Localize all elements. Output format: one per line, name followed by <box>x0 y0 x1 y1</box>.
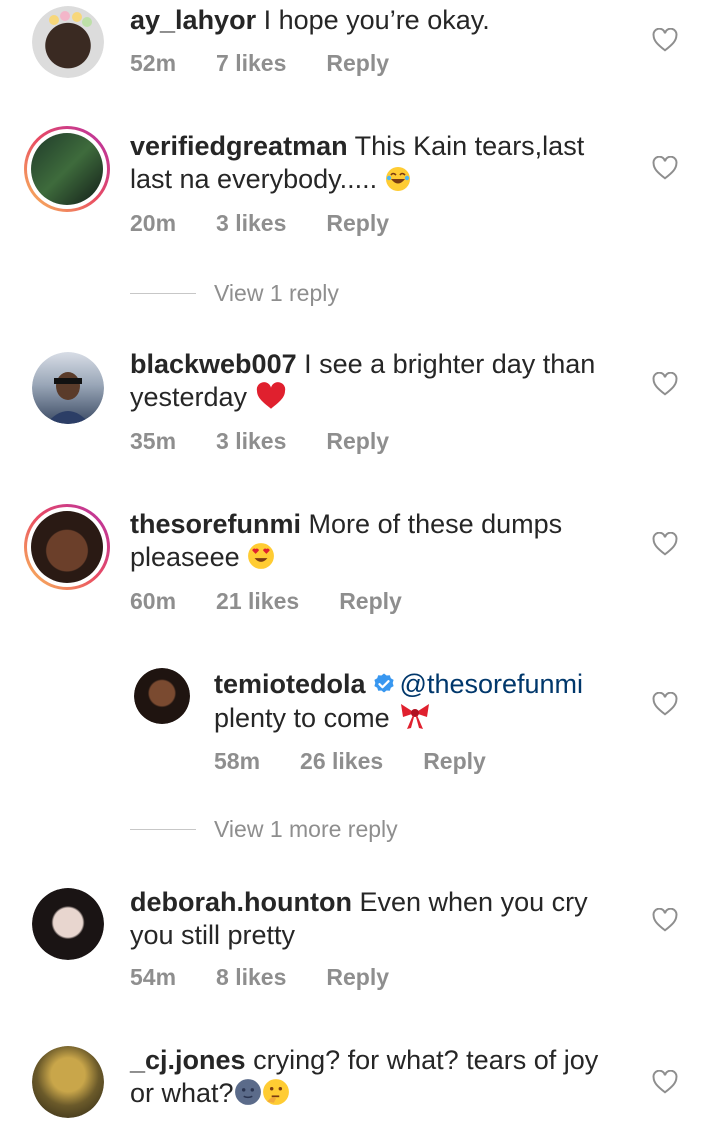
comment-time: 52m <box>130 50 177 76</box>
avatar[interactable] <box>32 352 104 424</box>
comment-username[interactable]: deborah.hounton <box>130 887 352 917</box>
comment-body: blackweb007 I see a brighter day than ye… <box>130 348 620 418</box>
reply-button[interactable]: Reply <box>423 748 486 775</box>
comment-body: verifiedgreatman This Kain tears,last la… <box>130 130 620 200</box>
comment-username[interactable]: verifiedgreatman <box>130 131 348 161</box>
avatar[interactable] <box>134 668 190 724</box>
laughing-emoji-icon <box>385 166 411 200</box>
comment-meta: 52m 7 likes Reply <box>130 50 389 77</box>
view-replies-label[interactable]: View 1 more reply <box>214 816 398 843</box>
heart-outline-icon[interactable] <box>652 532 678 556</box>
reply-button[interactable]: Reply <box>326 50 389 77</box>
comment-username[interactable]: _cj.jones <box>130 1045 246 1075</box>
comment-time: 20m <box>130 210 177 236</box>
comment-body: temiotedola @thesorefunmi plenty to come <box>214 668 634 739</box>
comment-body: _cj.jones crying? for what? tears of joy… <box>130 1044 620 1114</box>
comment-likes[interactable]: 7 likes <box>216 50 286 77</box>
comment-meta: 20m 3 likes Reply <box>130 210 389 237</box>
view-replies-label[interactable]: View 1 reply <box>214 280 339 307</box>
comment-meta: 35m 3 likes Reply <box>130 428 389 455</box>
avatar[interactable] <box>32 1046 104 1118</box>
comment-meta: 58m 26 likes Reply <box>214 748 486 775</box>
view-replies-button[interactable]: View 1 reply <box>130 280 339 307</box>
comment-time: 58m <box>214 748 261 774</box>
comment-username[interactable]: ay_lahyor <box>130 5 256 35</box>
heart-outline-icon[interactable] <box>652 156 678 180</box>
comment-meta: 54m 8 likes Reply <box>130 964 389 991</box>
heart-outline-icon[interactable] <box>652 908 678 932</box>
heart-outline-icon[interactable] <box>652 692 678 716</box>
comment-time: 35m <box>130 428 177 454</box>
comment-username[interactable]: thesorefunmi <box>130 509 301 539</box>
ribbon-emoji-icon <box>397 701 433 739</box>
comment-likes[interactable]: 3 likes <box>216 428 286 455</box>
heart-eyes-emoji-icon <box>247 542 275 578</box>
heart-outline-icon[interactable] <box>652 28 678 52</box>
reply-button[interactable]: Reply <box>339 588 402 615</box>
comment-time: 54m <box>130 964 177 990</box>
comment-body: ay_lahyor I hope you’re okay. <box>130 4 630 37</box>
heart-outline-icon[interactable] <box>652 372 678 396</box>
comment-time: 60m <box>130 588 177 614</box>
reply-button[interactable]: Reply <box>326 964 389 991</box>
comment-likes[interactable]: 21 likes <box>216 588 299 615</box>
comment-likes[interactable]: 3 likes <box>216 210 286 237</box>
comment-username[interactable]: blackweb007 <box>130 349 297 379</box>
divider <box>130 829 196 830</box>
view-replies-button[interactable]: View 1 more reply <box>130 816 398 843</box>
comment-body: thesorefunmi More of these dumps pleasee… <box>130 508 620 578</box>
verified-badge-icon <box>373 673 394 693</box>
mention-link[interactable]: @thesorefunmi <box>400 669 584 699</box>
comment-likes[interactable]: 8 likes <box>216 964 286 991</box>
avatar[interactable] <box>24 126 110 212</box>
avatar[interactable] <box>32 6 104 78</box>
comment-text: plenty to come <box>214 703 390 733</box>
comment-username[interactable]: temiotedola <box>214 669 366 699</box>
reply-button[interactable]: Reply <box>326 210 389 237</box>
red-heart-emoji-icon <box>255 382 287 418</box>
comment-body: deborah.hounton Even when you cry you st… <box>130 886 620 952</box>
comment-likes[interactable]: 26 likes <box>300 748 383 775</box>
heart-outline-icon[interactable] <box>652 1070 678 1094</box>
comment-meta: 60m 21 likes Reply <box>130 588 402 615</box>
reply-button[interactable]: Reply <box>326 428 389 455</box>
avatar[interactable] <box>24 504 110 590</box>
divider <box>130 293 196 294</box>
moon-face-emoji-icon <box>234 1078 262 1114</box>
thinking-face-emoji-icon <box>262 1078 290 1114</box>
comment-text: I hope you’re okay. <box>263 5 490 35</box>
avatar[interactable] <box>32 888 104 960</box>
